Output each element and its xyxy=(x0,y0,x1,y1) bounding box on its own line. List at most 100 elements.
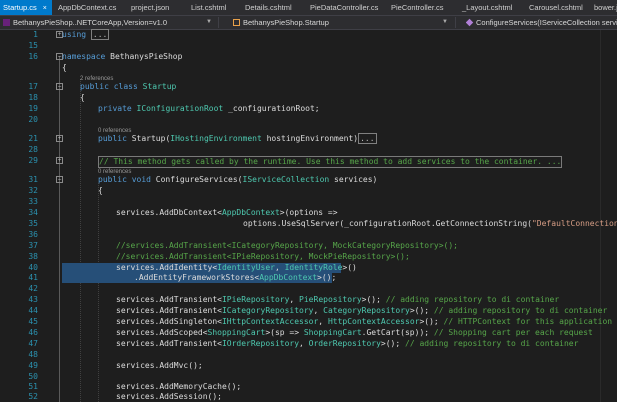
type-name: OrderRepository xyxy=(308,339,381,348)
code-line: 40 services.AddIdentity<IdentityUser, Id… xyxy=(0,263,617,273)
comment: // adding repository to di container xyxy=(433,306,608,315)
code-line: 32 { xyxy=(0,186,617,196)
code-line: 17 − public class Startup xyxy=(0,82,617,92)
code-line: 19 private IConfigurationRoot _configura… xyxy=(0,104,617,114)
code-line: 36 xyxy=(0,230,617,240)
line-number: 42 xyxy=(28,284,38,293)
tab-appdbcontext-cs[interactable]: AppDbContext.cs xyxy=(55,0,121,15)
collapse-icon[interactable]: − xyxy=(56,83,63,90)
keyword: using xyxy=(62,30,87,39)
type-name: ICategoryRepository xyxy=(221,306,314,315)
tab-label: _Layout.cshtml xyxy=(462,3,513,12)
code-text: using ... xyxy=(62,29,110,40)
class-label: BethanysPieShop.Startup xyxy=(243,18,329,27)
expand-icon[interactable]: + xyxy=(56,157,63,164)
code-line: { xyxy=(0,63,617,73)
line-number: 46 xyxy=(28,328,38,337)
code-line: 48 xyxy=(0,350,617,360)
tab-bower-js[interactable]: bower.js xyxy=(591,0,617,15)
project-dropdown[interactable]: BethanysPieShop..NETCoreApp,Version=v1.0… xyxy=(3,16,215,29)
code-line: 46 services.AddScoped<ShoppingCart>(sp =… xyxy=(0,328,617,338)
code-line: 41 .AddEntityFrameworkStores<AppDbContex… xyxy=(0,273,617,283)
keyword: public void xyxy=(98,175,151,184)
tab-startup-cs[interactable]: Startup.cs × xyxy=(0,0,52,15)
tab-label: PieController.cs xyxy=(391,3,444,12)
line-number: 19 xyxy=(28,104,38,113)
code-line: 44 services.AddTransient<ICategoryReposi… xyxy=(0,306,617,316)
code-line: 31 − public void ConfigureServices(IServ… xyxy=(0,175,617,185)
code-line: 20 xyxy=(0,115,617,125)
type-name: IHttpContextAccessor xyxy=(221,317,319,326)
line-number: 28 xyxy=(28,145,38,154)
expand-icon[interactable]: + xyxy=(56,135,63,142)
line-number: 34 xyxy=(28,208,38,217)
string-literal: "DefaultConnection" xyxy=(531,219,617,228)
type-name: ShoppingCart xyxy=(303,328,362,337)
tab-layout-cshtml[interactable]: _Layout.cshtml xyxy=(459,0,525,15)
line-number: 45 xyxy=(28,317,38,326)
code-text: services.AddMemoryCache(); xyxy=(116,382,242,391)
code-text: public void ConfigureServices(IServiceCo… xyxy=(98,175,378,184)
line-number: 49 xyxy=(28,361,38,370)
type-name: IPieRepository xyxy=(221,295,290,304)
class-dropdown[interactable]: BethanysPieShop.Startup ▼ xyxy=(233,16,451,29)
code-text: services.AddTransient<ICategoryRepositor… xyxy=(116,306,608,315)
line-number: 47 xyxy=(28,339,38,348)
collapsed-region[interactable]: ... xyxy=(358,133,377,144)
code-line: 50 xyxy=(0,372,617,382)
tab-piecontroller-cs[interactable]: PieController.cs xyxy=(388,0,454,15)
tab-project-json[interactable]: project.json xyxy=(128,0,180,15)
line-number: 15 xyxy=(28,41,38,50)
code-line: 47 services.AddTransient<IOrderRepositor… xyxy=(0,339,617,349)
tab-label: AppDbContext.cs xyxy=(58,3,117,12)
tab-carousel-cshtml[interactable]: Carousel.cshtml xyxy=(526,0,592,15)
line-number: 18 xyxy=(28,93,38,102)
line-number: 43 xyxy=(28,295,38,304)
type-name: HttpContextAccessor xyxy=(327,317,420,326)
line-number: 41 xyxy=(28,273,38,282)
line-number: 51 xyxy=(28,382,38,391)
code-line: 1 + using ... xyxy=(0,29,617,40)
divider xyxy=(218,17,219,28)
code-text: public class Startup xyxy=(80,82,176,92)
member-dropdown[interactable]: ConfigureServices(IServiceCollection ser… xyxy=(466,16,617,29)
line-number: 52 xyxy=(28,392,38,401)
line-number: 35 xyxy=(28,219,38,228)
type-name: AppDbContext xyxy=(221,208,280,217)
tab-label: Carousel.cshtml xyxy=(529,3,583,12)
project-label: BethanysPieShop..NETCoreApp,Version=v1.0 xyxy=(13,18,168,27)
code-editor[interactable]: 1 + using ... 15 16 − namespace Bethanys… xyxy=(0,29,617,402)
line-number: 17 xyxy=(28,82,38,91)
line-number: 40 xyxy=(28,263,38,272)
line-number: 20 xyxy=(28,115,38,124)
tab-details-cshtml[interactable]: Details.cshtml xyxy=(242,0,304,15)
method-icon xyxy=(466,18,474,27)
code-text: services.AddSession(); xyxy=(116,392,222,401)
class-icon xyxy=(233,19,240,26)
chevron-down-icon: ▼ xyxy=(442,19,448,25)
code-line: 16 − namespace BethanysPieShop xyxy=(0,52,617,62)
type-name: IConfigurationRoot xyxy=(136,104,224,113)
tab-label: PieDataController.cs xyxy=(310,3,379,12)
code-text: options.UseSqlServer(_configurationRoot.… xyxy=(243,219,617,229)
tab-list-cshtml[interactable]: List.cshtml xyxy=(188,0,238,15)
close-icon[interactable]: × xyxy=(43,5,47,12)
line-number: 36 xyxy=(28,230,38,239)
type-name: AppDbContext xyxy=(259,273,318,282)
type-name: Startup xyxy=(142,82,177,91)
code-line: 43 services.AddTransient<IPieRepository,… xyxy=(0,295,617,305)
tab-label: List.cshtml xyxy=(191,3,227,12)
code-text: { xyxy=(80,93,85,102)
comment: // adding repository to di container xyxy=(405,339,579,348)
collapsed-region[interactable]: ... xyxy=(90,29,110,40)
code-text: public Startup(IHostingEnvironment hosti… xyxy=(98,133,377,144)
document-tab-bar: Startup.cs × AppDbContext.cs project.json… xyxy=(0,0,617,16)
type-name: IdentityUser xyxy=(217,263,275,272)
code-line: 38 //services.AddTransient<IPieRepositor… xyxy=(0,252,617,262)
tab-label: Details.cshtml xyxy=(245,3,292,12)
tab-piedatacontroller-cs[interactable]: PieDataController.cs xyxy=(307,0,387,15)
collapse-icon[interactable]: − xyxy=(56,176,63,183)
code-line: 34 services.AddDbContext<AppDbContext>(o… xyxy=(0,208,617,218)
code-line: 42 xyxy=(0,284,617,294)
line-number: 37 xyxy=(28,241,38,250)
